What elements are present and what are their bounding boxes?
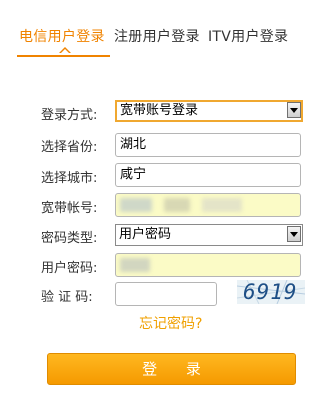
active-tab-caret bbox=[59, 47, 71, 54]
login-tabs: 电信用户登录 注册用户登录 ITV用户登录 bbox=[0, 26, 332, 56]
active-tab-underline bbox=[17, 55, 110, 57]
login-method-value: 宽带账号登录 bbox=[120, 103, 199, 118]
forgot-password-link[interactable]: 忘记密码? bbox=[139, 313, 202, 333]
city-label: 选择城市: bbox=[41, 171, 98, 186]
chevron-down-icon[interactable] bbox=[287, 102, 301, 118]
captcha-label: 验 证 码: bbox=[41, 290, 93, 305]
city-field[interactable]: 咸宁 bbox=[115, 163, 301, 187]
captcha-input[interactable] bbox=[115, 282, 217, 306]
password-type-select[interactable]: 用户密码 bbox=[115, 224, 303, 246]
login-method-label: 登录方式: bbox=[41, 108, 98, 123]
tab-registered-user-login[interactable]: 注册用户登录 bbox=[114, 26, 200, 46]
tab-itv-user-login[interactable]: ITV用户登录 bbox=[208, 26, 288, 46]
redacted-text bbox=[202, 198, 242, 212]
login-button[interactable]: 登 录 bbox=[47, 353, 296, 385]
province-label: 选择省份: bbox=[41, 140, 98, 155]
password-field[interactable] bbox=[115, 253, 301, 277]
captcha-image[interactable]: 6919 bbox=[237, 280, 305, 304]
captcha-text: 6919 bbox=[243, 280, 298, 304]
login-method-select[interactable]: 宽带账号登录 bbox=[115, 100, 303, 122]
redacted-text bbox=[120, 258, 150, 272]
tab-telecom-user-login[interactable]: 电信用户登录 bbox=[19, 26, 105, 46]
province-field[interactable]: 湖北 bbox=[115, 133, 301, 157]
redacted-text bbox=[164, 198, 190, 212]
password-label: 用户密码: bbox=[41, 261, 98, 276]
broadband-account-label: 宽带帐号: bbox=[41, 201, 98, 216]
chevron-down-icon[interactable] bbox=[287, 226, 301, 242]
password-type-value: 用户密码 bbox=[119, 227, 172, 242]
broadband-account-field[interactable] bbox=[115, 193, 301, 217]
redacted-text bbox=[120, 198, 152, 212]
password-type-label: 密码类型: bbox=[41, 231, 98, 246]
